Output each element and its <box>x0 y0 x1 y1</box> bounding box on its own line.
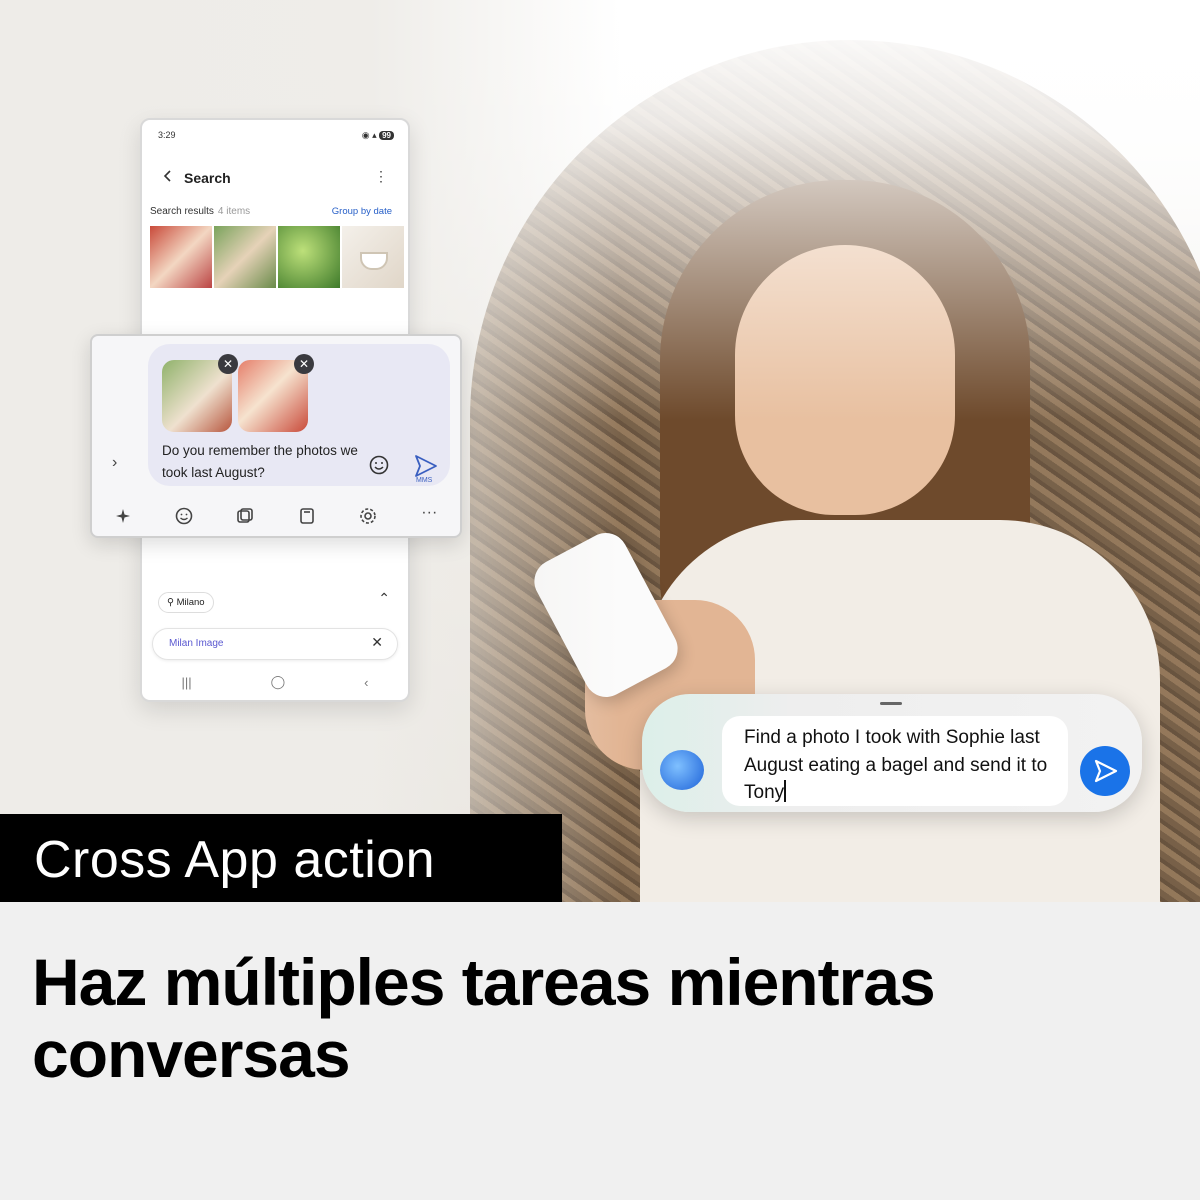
photo-thumbnail-coffee[interactable] <box>342 226 404 288</box>
search-query-field[interactable]: Milan Image ✕ <box>152 628 398 660</box>
more-options-icon[interactable]: ⋮ <box>374 168 388 185</box>
compose-bubble: ✕ ✕ Do you remember the photos we took l… <box>148 344 450 486</box>
send-button[interactable] <box>1080 746 1130 796</box>
prompt-text: Find a photo I took with Sophie last Aug… <box>744 727 1048 803</box>
send-icon[interactable] <box>412 452 440 480</box>
clipboard-icon[interactable] <box>297 506 317 526</box>
status-icons: ◉ ▴ 99 <box>362 130 394 141</box>
results-label: Search results 4 items <box>150 206 251 217</box>
location-chip[interactable]: ⚲ Milano <box>158 592 214 613</box>
page-title: Search <box>184 170 231 186</box>
photo-thumbnail-friends[interactable] <box>214 226 276 288</box>
photo-thumbnail-picnic[interactable] <box>150 226 212 288</box>
system-nav-bar: ||| ◯ ‹ <box>142 664 408 700</box>
emoji-icon[interactable] <box>368 454 390 476</box>
search-query-text: Milan Image <box>169 638 224 649</box>
feature-name: Cross App action <box>34 831 436 889</box>
ai-sparkle-icon[interactable] <box>113 506 133 526</box>
message-compose-panel: › ✕ ✕ Do you remember the photos we took… <box>90 334 462 538</box>
send-type-label: MMS <box>416 477 433 484</box>
expand-chevron-icon[interactable]: › <box>112 454 117 472</box>
remove-attachment-icon[interactable]: ✕ <box>218 354 238 374</box>
status-time: 3:29 <box>158 130 176 140</box>
photo-thumbnail-trees[interactable] <box>278 226 340 288</box>
feature-badge: Cross App action <box>0 814 562 902</box>
result-thumbnails <box>150 226 404 288</box>
back-nav-icon[interactable]: ‹ <box>364 675 368 690</box>
recents-icon[interactable]: ||| <box>181 675 191 690</box>
gallery-icon[interactable] <box>235 506 255 526</box>
compose-toolbar: ··· <box>92 496 460 536</box>
battery-level: 99 <box>379 131 394 140</box>
more-icon[interactable]: ··· <box>419 505 439 526</box>
home-icon[interactable]: ◯ <box>271 674 286 690</box>
location-pin-icon: ⚲ <box>167 597 174 608</box>
assistant-prompt-bar: Find a photo I took with Sophie last Aug… <box>642 694 1142 812</box>
text-cursor <box>784 780 787 802</box>
clear-icon[interactable]: ✕ <box>371 634 383 651</box>
attachment-photo-1[interactable]: ✕ <box>162 354 238 432</box>
group-by-date-link[interactable]: Group by date <box>332 206 392 217</box>
emoji-picker-icon[interactable] <box>174 506 194 526</box>
settings-icon[interactable] <box>358 506 378 526</box>
assistant-orb-icon[interactable] <box>660 750 704 790</box>
drag-handle[interactable] <box>880 702 902 705</box>
attachment-photo-2[interactable]: ✕ <box>238 354 314 432</box>
results-count: 4 items <box>217 206 251 217</box>
message-input[interactable]: Do you remember the photos we took last … <box>162 440 372 484</box>
back-arrow-icon[interactable] <box>162 170 174 182</box>
headline: Haz múltiples tareas mientras conversas <box>32 945 936 1091</box>
remove-attachment-icon[interactable]: ✕ <box>294 354 314 374</box>
send-arrow-icon <box>1094 759 1118 783</box>
prompt-input[interactable]: Find a photo I took with Sophie last Aug… <box>722 716 1068 806</box>
chevron-up-icon[interactable]: ⌃ <box>378 590 390 607</box>
